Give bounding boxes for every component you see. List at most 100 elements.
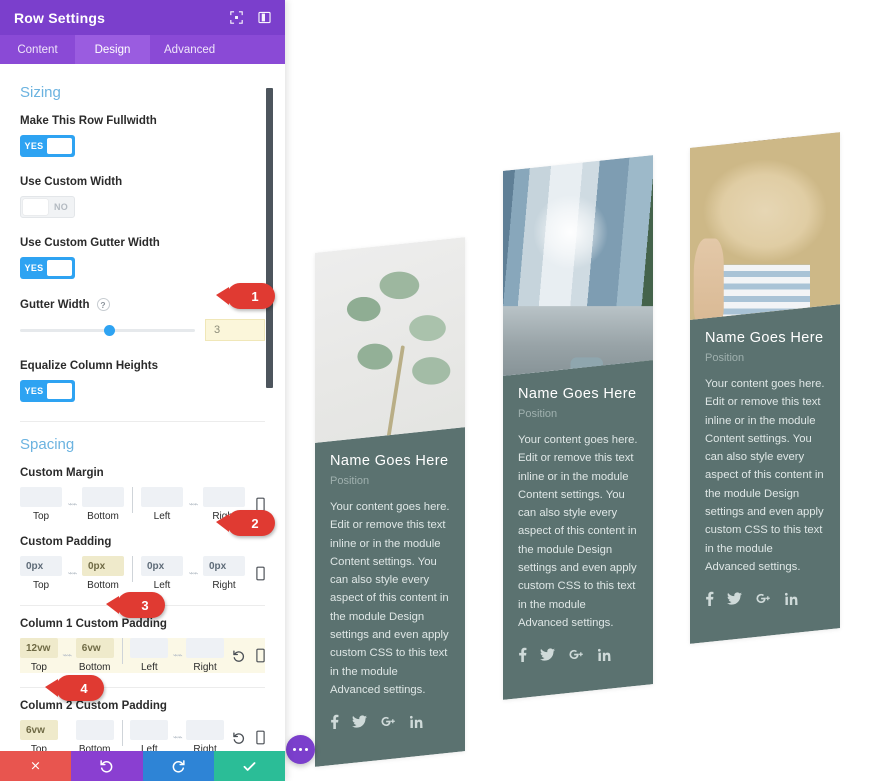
twitter-icon[interactable] xyxy=(540,647,555,662)
toggle-use-custom-width[interactable]: NO xyxy=(20,196,75,218)
link-chain-icon[interactable]: ⌁⌁ xyxy=(168,650,186,661)
link-chain-icon[interactable]: ⌁⌁ xyxy=(62,568,82,579)
padding-left-input[interactable]: 0px xyxy=(141,556,183,576)
spacing-cell-right: Right xyxy=(186,638,224,673)
divi-builder-screen: Name Goes Here Position Your content goe… xyxy=(0,0,880,781)
field-label: Make This Row Fullwidth xyxy=(20,115,157,127)
toggle-use-custom-gutter-width[interactable]: YES xyxy=(20,257,75,279)
section-heading-sizing: Sizing xyxy=(20,84,61,101)
col1-padding-right-input[interactable] xyxy=(186,638,224,658)
card-title: Name Goes Here xyxy=(705,330,824,346)
link-chain-icon[interactable]: ⌁⌁ xyxy=(183,568,203,579)
mobile-icon[interactable] xyxy=(256,730,265,745)
spacing-cell-left: Left xyxy=(141,487,183,522)
tab-content[interactable]: Content xyxy=(0,35,75,64)
spacing-cell-bottom: 6vw Bottom xyxy=(75,638,114,673)
spacing-cell-bottom: Bottom xyxy=(75,720,114,751)
linkedin-icon[interactable] xyxy=(785,591,798,606)
undo-button[interactable] xyxy=(71,751,143,781)
col2-padding-bottom-input[interactable] xyxy=(75,720,114,740)
toggle-knob xyxy=(46,260,72,276)
group-label: Column 1 Custom Padding xyxy=(20,618,167,630)
margin-right-input[interactable] xyxy=(203,487,245,507)
tab-design[interactable]: Design xyxy=(75,35,150,64)
panel-scrollbar-thumb[interactable] xyxy=(266,88,273,388)
linkedin-icon[interactable] xyxy=(598,647,611,662)
link-chain-icon[interactable]: ⌁⌁ xyxy=(168,732,186,743)
field-label-text: Gutter Width xyxy=(20,298,90,311)
twitter-icon[interactable] xyxy=(727,591,742,606)
link-chain-icon[interactable]: ⌁⌁ xyxy=(62,499,82,510)
settings-tabs: Content Design Advanced xyxy=(0,35,285,64)
cell-caption: Top xyxy=(30,744,47,751)
field-label: Equalize Column Heights xyxy=(20,360,159,372)
link-chain-icon[interactable]: ⌁⌁ xyxy=(183,499,203,510)
facebook-icon[interactable] xyxy=(330,714,339,730)
col1-padding-left-input[interactable] xyxy=(130,638,169,658)
spacing-cell-left: Left xyxy=(130,638,169,673)
col2-padding-left-input[interactable] xyxy=(130,720,169,740)
person-cards-row: Name Goes Here Position Your content goe… xyxy=(285,0,880,781)
help-icon[interactable]: ? xyxy=(96,298,110,311)
woman-with-hat-photo xyxy=(690,132,840,320)
mobile-icon[interactable] xyxy=(256,648,265,663)
builder-menu-fab[interactable] xyxy=(286,735,315,764)
layout-panel-icon[interactable] xyxy=(258,11,271,24)
field-make-row-fullwidth: Make This Row Fullwidth YES xyxy=(20,115,265,157)
link-chain-icon[interactable]: ⌁⌁ xyxy=(58,650,76,661)
card-social-links[interactable] xyxy=(518,647,638,663)
panel-footer xyxy=(0,751,285,781)
mobile-icon[interactable] xyxy=(256,566,265,581)
col1-padding-top-input[interactable]: 12vw xyxy=(20,638,58,658)
google-plus-icon[interactable] xyxy=(755,591,772,606)
spacing-cell-left: Left xyxy=(130,720,169,751)
person-card[interactable]: Name Goes Here Position Your content goe… xyxy=(690,132,840,645)
reset-icon[interactable] xyxy=(232,649,246,663)
cell-caption: Right xyxy=(193,662,217,673)
cell-caption: Left xyxy=(153,580,171,591)
fullscreen-icon[interactable] xyxy=(230,11,243,24)
gutter-width-slider[interactable] xyxy=(20,323,195,337)
person-card[interactable]: Name Goes Here Position Your content goe… xyxy=(315,237,465,768)
panel-scrollbar-track[interactable] xyxy=(266,64,279,751)
card-title: Name Goes Here xyxy=(330,453,449,469)
padding-bottom-input[interactable]: 0px xyxy=(82,556,124,576)
facebook-icon[interactable] xyxy=(705,591,714,607)
padding-top-input[interactable]: 0px xyxy=(20,556,62,576)
col1-padding-bottom-input[interactable]: 6vw xyxy=(75,638,114,658)
redo-button[interactable] xyxy=(142,751,214,781)
card-social-links[interactable] xyxy=(330,714,450,730)
gutter-width-input[interactable]: 3 xyxy=(205,319,265,341)
toggle-value: YES xyxy=(24,141,44,151)
cell-caption: Left xyxy=(141,744,158,751)
slider-handle[interactable] xyxy=(104,324,115,336)
group-label: Custom Margin xyxy=(20,467,104,479)
toggle-equalize-column-heights[interactable]: YES xyxy=(20,380,75,402)
card-body: Name Goes Here Position Your content goe… xyxy=(315,427,465,768)
save-button[interactable] xyxy=(213,751,285,781)
group-column-2-custom-padding: Column 2 Custom Padding 6vw Top Bottom L… xyxy=(20,700,265,751)
section-heading-spacing: Spacing xyxy=(20,436,75,453)
callout-bubble-1: 1 xyxy=(216,283,275,309)
card-description: Your content goes here. Edit or remove t… xyxy=(330,501,450,696)
margin-left-input[interactable] xyxy=(141,487,183,507)
group-separator xyxy=(132,487,133,513)
col2-padding-right-input[interactable] xyxy=(186,720,224,740)
reset-icon[interactable] xyxy=(232,731,246,745)
padding-right-input[interactable]: 0px xyxy=(203,556,245,576)
toggle-make-row-fullwidth[interactable]: YES xyxy=(20,135,75,157)
margin-top-input[interactable] xyxy=(20,487,62,507)
twitter-icon[interactable] xyxy=(352,714,367,729)
google-plus-icon[interactable] xyxy=(568,647,585,662)
tab-advanced[interactable]: Advanced xyxy=(150,35,229,64)
col2-padding-top-input[interactable]: 6vw xyxy=(20,720,58,740)
google-plus-icon[interactable] xyxy=(380,714,397,729)
person-card[interactable]: Name Goes Here Position Your content goe… xyxy=(503,155,653,701)
undo-icon xyxy=(100,759,113,773)
cancel-button[interactable] xyxy=(0,751,72,781)
facebook-icon[interactable] xyxy=(518,647,527,663)
group-separator xyxy=(121,638,123,664)
linkedin-icon[interactable] xyxy=(410,714,423,729)
card-social-links[interactable] xyxy=(705,591,825,607)
margin-bottom-input[interactable] xyxy=(82,487,124,507)
